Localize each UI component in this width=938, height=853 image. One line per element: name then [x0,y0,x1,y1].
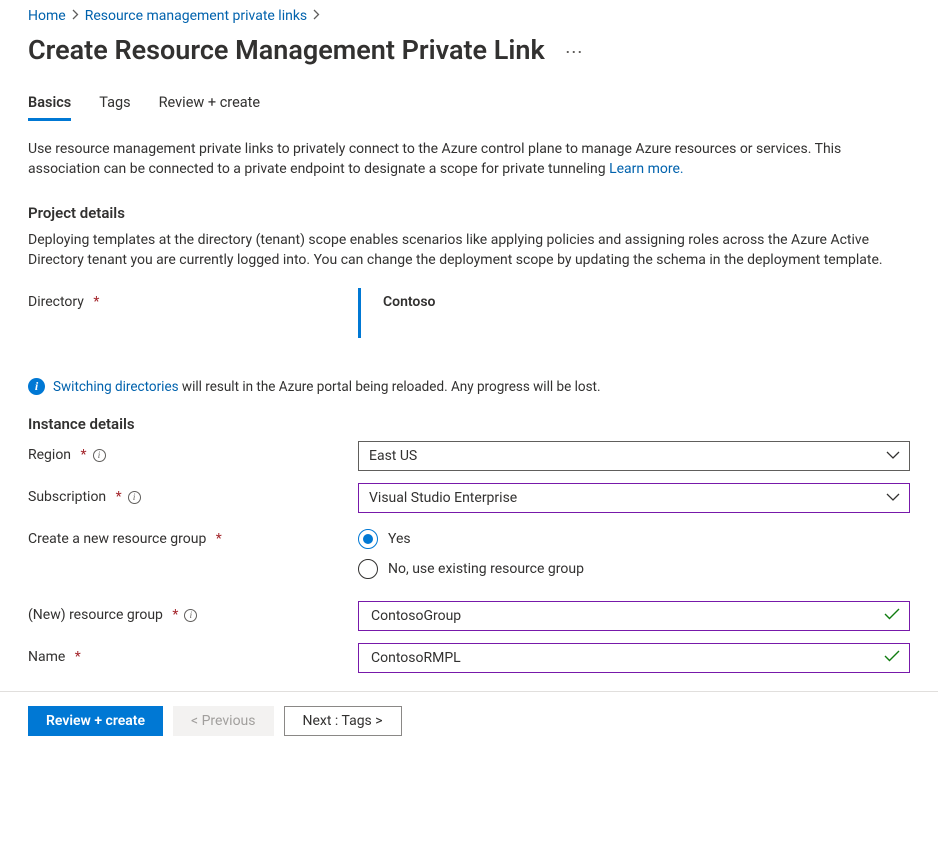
region-label: Region * i [28,441,358,463]
region-select[interactable]: East US [358,441,910,471]
name-field[interactable] [369,649,879,667]
name-input[interactable] [358,643,910,673]
page-title: Create Resource Management Private Link [28,34,545,66]
breadcrumb-home[interactable]: Home [28,8,66,24]
tab-bar: Basics Tags Review + create [28,88,910,121]
radio-yes-label: Yes [388,531,411,547]
chevron-right-icon [72,8,79,24]
info-icon[interactable]: i [128,491,141,504]
subscription-label: Subscription * i [28,483,358,505]
tab-basics[interactable]: Basics [28,88,71,121]
tab-review-create[interactable]: Review + create [159,88,260,121]
info-bar-text: will result in the Azure portal being re… [179,379,601,395]
directory-label: Directory * [28,288,358,310]
new-resource-group-field[interactable] [369,607,879,625]
breadcrumb: Home Resource management private links [28,8,910,24]
intro-body: Use resource management private links to… [28,141,841,177]
switching-directories-link[interactable]: Switching directories [53,379,179,395]
name-label: Name * [28,643,358,665]
radio-unselected-icon [358,559,378,579]
tab-tags[interactable]: Tags [99,88,130,121]
create-resource-group-label: Create a new resource group * [28,525,358,547]
info-icon: i [28,378,45,395]
info-bar: i Switching directories will result in t… [28,378,910,395]
info-icon[interactable]: i [93,449,106,462]
intro-text: Use resource management private links to… [28,139,910,180]
info-icon[interactable]: i [184,609,197,622]
new-resource-group-label: (New) resource group * i [28,601,358,623]
previous-button: < Previous [173,706,273,736]
directory-value: Contoso [358,288,435,338]
create-resource-group-radio: Yes No, use existing resource group [358,525,910,579]
radio-selected-icon [358,529,378,549]
radio-no-label: No, use existing resource group [388,561,584,577]
next-tags-button[interactable]: Next : Tags > [284,706,402,736]
project-details-heading: Project details [28,204,910,222]
new-resource-group-input[interactable] [358,601,910,631]
project-details-desc: Deploying templates at the directory (te… [28,230,910,271]
radio-yes[interactable]: Yes [358,529,910,549]
instance-details-heading: Instance details [28,415,910,433]
radio-no[interactable]: No, use existing resource group [358,559,910,579]
more-actions-icon[interactable]: ⋯ [561,44,588,62]
subscription-select[interactable]: Visual Studio Enterprise [358,483,910,513]
learn-more-link[interactable]: Learn more. [609,161,684,177]
footer-actions: Review + create < Previous Next : Tags > [0,691,938,750]
breadcrumb-resource-links[interactable]: Resource management private links [85,8,307,24]
review-create-button[interactable]: Review + create [28,706,163,736]
chevron-right-icon [313,8,320,24]
